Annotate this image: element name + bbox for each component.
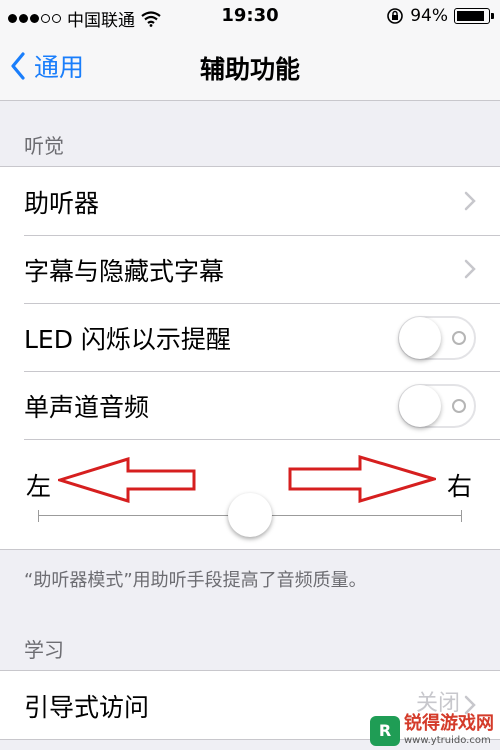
balance-tick-right [461,510,462,522]
row-subtitles-captioning[interactable]: 字幕与隐藏式字幕 [0,235,500,303]
audio-balance-row: 左 右 [0,439,500,549]
section-header-hearing: 听觉 [24,134,64,158]
battery-fill [457,11,485,21]
led-flash-toggle[interactable] [398,316,476,360]
row-led-flash-alerts: LED 闪烁以示提醒 [0,303,500,371]
section-header-learning: 学习 [24,638,64,662]
balance-slider-thumb[interactable] [228,493,272,537]
row-label: 助听器 [24,189,100,218]
chevron-right-icon [464,191,476,211]
status-bar: 中国联通 19:30 94% [0,0,500,34]
status-right: 94% [386,6,494,26]
chevron-right-icon [464,259,476,279]
hearing-group: 助听器 字幕与隐藏式字幕 LED 闪烁以示提醒 单声道音频 左 右 [0,166,500,550]
balance-right-label: 右 [446,472,472,501]
watermark-title: 锐得游戏网 [404,713,494,734]
orientation-lock-icon [387,8,404,24]
toggle-knob [399,385,441,427]
toggle-knob [399,317,441,359]
row-hearing-aids[interactable]: 助听器 [0,167,500,235]
balance-left-label: 左 [26,472,52,501]
row-mono-audio: 单声道音频 [0,371,500,439]
balance-tick-left [38,510,39,522]
row-label: 引导式访问 [24,693,150,722]
hearing-aid-footer-note: “助听器模式”用助听手段提高了音频质量。 [24,570,367,591]
row-label: 字幕与隐藏式字幕 [24,257,225,286]
toggle-off-indicator [452,399,466,413]
navigation-bar: 通用 辅助功能 [0,34,500,101]
toggle-off-indicator [452,331,466,345]
chevron-right-icon [464,695,476,715]
right-arrow-annotation [288,455,436,503]
battery-percent: 94% [410,6,448,26]
left-arrow-annotation [58,457,196,503]
battery-icon [454,8,494,24]
mono-audio-toggle[interactable] [398,384,476,428]
watermark-text: 锐得游戏网 www.ytruido.com [404,715,494,746]
row-label: 单声道音频 [24,393,150,422]
watermark-url: www.ytruido.com [404,735,491,746]
watermark-logo: R [370,715,400,746]
row-label: LED 闪烁以示提醒 [24,325,231,354]
site-watermark: R 锐得游戏网 www.ytruido.com [370,715,494,746]
page-title: 辅助功能 [199,55,300,84]
